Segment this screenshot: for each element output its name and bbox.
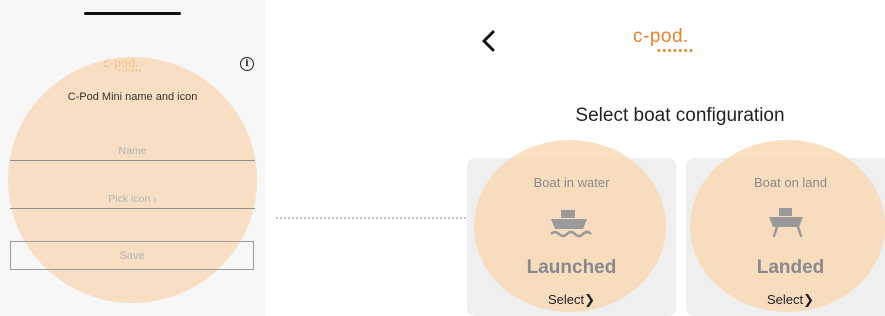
- select-label: Select: [547, 292, 585, 307]
- select-launched-button[interactable]: Select❯: [467, 292, 676, 308]
- logo-dots: •••••••: [657, 45, 695, 57]
- card-title: Boat in water: [533, 175, 610, 190]
- landed-status: Landed: [756, 257, 825, 278]
- boat-in-water-icon: [550, 210, 592, 238]
- pick-icon-field[interactable]: Pick icon ›: [0, 193, 265, 205]
- card-title: Boat on land: [753, 175, 827, 190]
- select-label: Select: [766, 292, 804, 307]
- page-title: Select boat configuration: [575, 105, 785, 126]
- pick-icon-underline: [10, 208, 255, 209]
- launched-status: Launched: [526, 257, 617, 278]
- info-icon[interactable]: i: [240, 57, 254, 71]
- home-indicator: [84, 12, 181, 15]
- chevron-right-icon: ❯: [584, 292, 596, 307]
- select-landed-button[interactable]: Select❯: [686, 292, 885, 308]
- screen-subtitle: C-Pod Mini name and icon: [67, 91, 198, 103]
- name-input-underline: [10, 160, 255, 161]
- boat-on-land-icon: [769, 208, 803, 238]
- chevron-right-icon: ❯: [803, 292, 815, 307]
- chevron-left-icon[interactable]: [478, 28, 500, 54]
- name-input[interactable]: Name: [0, 145, 265, 157]
- save-button[interactable]: Save: [10, 241, 254, 270]
